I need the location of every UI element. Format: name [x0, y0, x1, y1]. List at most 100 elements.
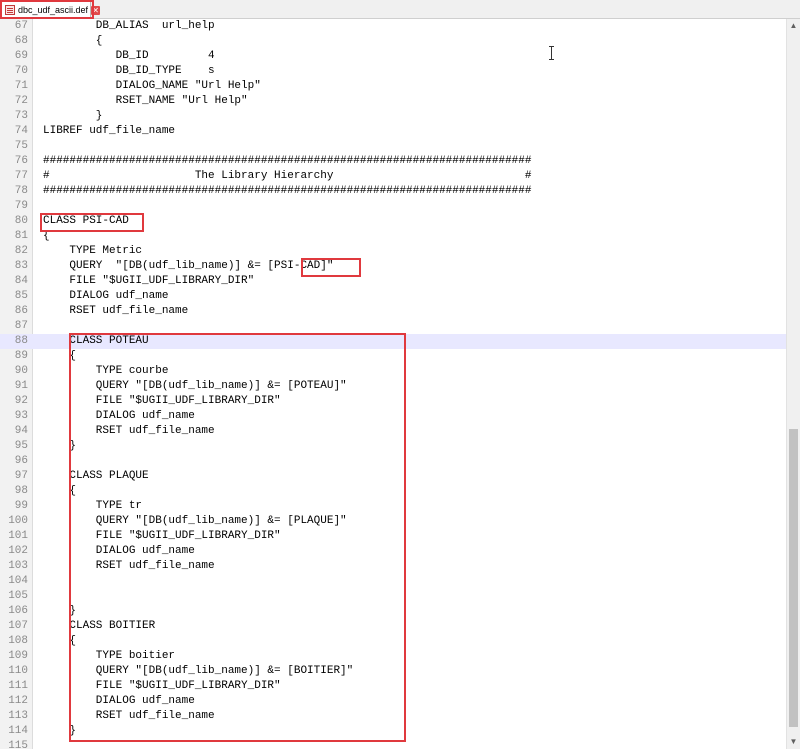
code-line[interactable]: 75: [0, 139, 786, 154]
code-line[interactable]: 79: [0, 199, 786, 214]
line-number: 83: [14, 260, 28, 272]
code-line[interactable]: 71 DIALOG_NAME "Url Help": [0, 79, 786, 94]
code-line[interactable]: 85 DIALOG udf_name: [0, 289, 786, 304]
code-line[interactable]: 98 {: [0, 484, 786, 499]
line-number: 112: [8, 695, 28, 707]
code-line[interactable]: 112 DIALOG udf_name: [0, 694, 786, 709]
line-text: TYPE boitier: [43, 650, 176, 662]
line-text: DIALOG udf_name: [43, 545, 195, 557]
line-text: TYPE courbe: [43, 365, 169, 377]
code-line[interactable]: 87: [0, 319, 786, 334]
line-number: 113: [8, 710, 28, 722]
code-line[interactable]: 83 QUERY "[DB(udf_lib_name)] &= [PSI-CAD…: [0, 259, 786, 274]
code-line[interactable]: 95 }: [0, 439, 786, 454]
line-number: 109: [8, 650, 28, 662]
code-line[interactable]: 109 TYPE boitier: [0, 649, 786, 664]
code-line[interactable]: 89 {: [0, 349, 786, 364]
scroll-down-icon[interactable]: ▼: [787, 735, 800, 749]
text-cursor-icon: [549, 46, 555, 60]
code-line[interactable]: 73 }: [0, 109, 786, 124]
line-text: FILE "$UGII_UDF_LIBRARY_DIR": [43, 680, 281, 692]
code-line[interactable]: 78 ######################################…: [0, 184, 786, 199]
code-line[interactable]: 108 {: [0, 634, 786, 649]
line-number: 69: [14, 50, 28, 62]
tab-dbc-udf-ascii[interactable]: dbc_udf_ascii.def ✕: [1, 1, 101, 18]
code-line[interactable]: 101 FILE "$UGII_UDF_LIBRARY_DIR": [0, 529, 786, 544]
code-line[interactable]: 99 TYPE tr: [0, 499, 786, 514]
code-line[interactable]: 105: [0, 589, 786, 604]
line-text: DIALOG_NAME "Url Help": [43, 80, 261, 92]
line-number: 87: [14, 320, 28, 332]
tab-label: dbc_udf_ascii.def: [18, 5, 89, 15]
code-line[interactable]: 80 CLASS PSI-CAD: [0, 214, 786, 229]
line-number: 110: [8, 665, 28, 677]
line-number: 115: [8, 740, 28, 749]
code-line[interactable]: 115: [0, 739, 786, 749]
line-number: 67: [14, 20, 28, 32]
line-number: 105: [8, 590, 28, 602]
line-text: ########################################…: [43, 155, 532, 167]
code-line[interactable]: 103 RSET udf_file_name: [0, 559, 786, 574]
line-number: 93: [14, 410, 28, 422]
code-line[interactable]: 96: [0, 454, 786, 469]
code-line[interactable]: 86 RSET udf_file_name: [0, 304, 786, 319]
line-number: 86: [14, 305, 28, 317]
line-text: CLASS POTEAU: [43, 335, 149, 347]
code-line[interactable]: 68 {: [0, 34, 786, 49]
code-line[interactable]: 88 CLASS POTEAU: [0, 334, 786, 349]
code-line[interactable]: 110 QUERY "[DB(udf_lib_name)] &= [BOITIE…: [0, 664, 786, 679]
code-line[interactable]: 84 FILE "$UGII_UDF_LIBRARY_DIR": [0, 274, 786, 289]
line-text: {: [43, 350, 77, 362]
line-number: 94: [14, 425, 28, 437]
code-line[interactable]: 97 CLASS PLAQUE: [0, 469, 786, 484]
close-icon[interactable]: ✕: [91, 5, 101, 15]
code-line[interactable]: 92 FILE "$UGII_UDF_LIBRARY_DIR": [0, 394, 786, 409]
code-line[interactable]: 93 DIALOG udf_name: [0, 409, 786, 424]
line-text: RSET udf_file_name: [43, 425, 215, 437]
code-line[interactable]: 67 DB_ALIAS url_help: [0, 19, 786, 34]
tab-bar: dbc_udf_ascii.def ✕: [0, 0, 800, 19]
line-number: 107: [8, 620, 28, 632]
line-text: DIALOG udf_name: [43, 695, 195, 707]
line-number: 98: [14, 485, 28, 497]
line-text: }: [43, 440, 77, 452]
line-number: 99: [14, 500, 28, 512]
scroll-up-icon[interactable]: ▲: [787, 19, 800, 33]
line-text: RSET_NAME "Url Help": [43, 95, 248, 107]
code-line[interactable]: 76 ######################################…: [0, 154, 786, 169]
code-line[interactable]: 69 DB_ID 4: [0, 49, 786, 64]
scrollbar-thumb[interactable]: [789, 429, 798, 727]
code-line[interactable]: 114 }: [0, 724, 786, 739]
code-line[interactable]: 91 QUERY "[DB(udf_lib_name)] &= [POTEAU]…: [0, 379, 786, 394]
line-text: CLASS BOITIER: [43, 620, 156, 632]
code-line[interactable]: 111 FILE "$UGII_UDF_LIBRARY_DIR": [0, 679, 786, 694]
line-text: TYPE Metric: [43, 245, 143, 257]
code-line[interactable]: 90 TYPE courbe: [0, 364, 786, 379]
code-line[interactable]: 102 DIALOG udf_name: [0, 544, 786, 559]
code-line[interactable]: 107 CLASS BOITIER: [0, 619, 786, 634]
code-line[interactable]: 72 RSET_NAME "Url Help": [0, 94, 786, 109]
code-line[interactable]: 77 # The Library Hierarchy #: [0, 169, 786, 184]
code-editor[interactable]: 67 DB_ALIAS url_help 68 {69 DB_ID 4 70 DB_…: [0, 19, 786, 749]
code-line[interactable]: 70 DB_ID_TYPE s: [0, 64, 786, 79]
line-number: 92: [14, 395, 28, 407]
code-line[interactable]: 81 {: [0, 229, 786, 244]
vertical-scrollbar[interactable]: ▲ ▼: [786, 19, 800, 749]
line-text: QUERY "[DB(udf_lib_name)] &= [PSI-CAD]": [43, 260, 334, 272]
code-line[interactable]: 100 QUERY "[DB(udf_lib_name)] &= [PLAQUE…: [0, 514, 786, 529]
line-number: 108: [8, 635, 28, 647]
code-line[interactable]: 113 RSET udf_file_name: [0, 709, 786, 724]
code-line[interactable]: 82 TYPE Metric: [0, 244, 786, 259]
line-number: 95: [14, 440, 28, 452]
line-text: DIALOG udf_name: [43, 410, 195, 422]
line-text: }: [43, 110, 103, 122]
code-line[interactable]: 106 }: [0, 604, 786, 619]
line-text: {: [43, 230, 50, 242]
line-number: 90: [14, 365, 28, 377]
file-icon: [5, 5, 15, 15]
line-number: 74: [14, 125, 28, 137]
line-number: 79: [14, 200, 28, 212]
code-line[interactable]: 94 RSET udf_file_name: [0, 424, 786, 439]
code-line[interactable]: 74 LIBREF udf_file_name: [0, 124, 786, 139]
code-line[interactable]: 104: [0, 574, 786, 589]
